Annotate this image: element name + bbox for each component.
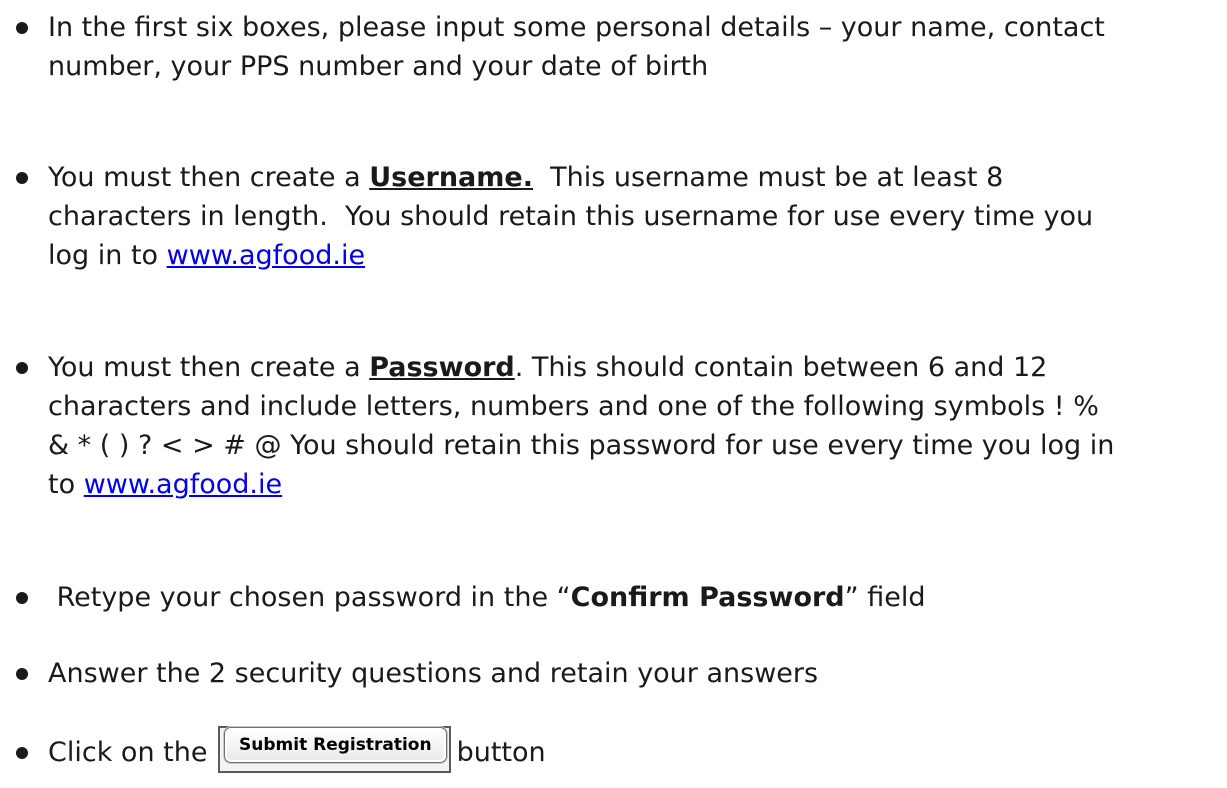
list-item-text: Answer the 2 security questions and reta… [48,654,1224,693]
password-emphasis: Password [369,352,515,383]
text-line: characters and include letters, numbers … [48,391,1099,422]
text-line: log in to www.agfood.ie [48,236,1224,275]
text-span: . This should contain between 6 and 12 [514,352,1048,383]
submit-button-frame: Submit Registration [218,726,451,773]
text-line: In the first six boxes, please input som… [48,12,1105,43]
text-line: characters in length. You should retain … [48,201,1094,232]
bullet-icon [16,172,28,184]
text-span: Retype your chosen password in the “ [48,582,571,613]
text-span: button [456,737,546,768]
text-line: Retype your chosen password in the “Conf… [48,578,1224,617]
instructions-document: In the first six boxes, please input som… [0,0,1227,788]
bullet-icon [16,362,28,374]
list-item-text: In the first six boxes, please input som… [48,8,1224,86]
list-item-text: Click on the Submit Registration button [48,726,1224,780]
list-item-text: You must then create a Password. This sh… [48,348,1224,504]
text-line: number, your PPS number and your date of… [48,51,709,82]
text-span: to [48,469,84,500]
text-span: You must then create a [48,352,370,383]
submit-registration-button[interactable]: Submit Registration [224,727,447,763]
text-line: to www.agfood.ie [48,465,1224,504]
text-line: Answer the 2 security questions and reta… [48,658,819,689]
text-line: Click on the Submit Registration button [48,726,1224,780]
username-emphasis: Username. [369,162,533,193]
text-line: & * ( ) ? < > # @ You should retain this… [48,430,1115,461]
text-span: Click on the [48,737,217,768]
text-span: This username must be at least 8 [532,162,1004,193]
list-item-text: You must then create a Username. This us… [48,158,1224,275]
text-line: You must then create a Password. This sh… [48,348,1224,387]
bullet-icon [16,747,28,759]
bullet-icon [16,668,28,680]
agfood-link[interactable]: www.agfood.ie [167,240,365,271]
bullet-icon [16,592,28,604]
list-item-text: Retype your chosen password in the “Conf… [48,578,1224,617]
text-span: log in to [48,240,167,271]
bullet-icon [16,22,28,34]
confirm-password-emphasis: Confirm Password [570,582,845,613]
text-span: You must then create a [48,162,370,193]
agfood-link[interactable]: www.agfood.ie [84,469,282,500]
text-span: ” field [844,582,926,613]
text-line: You must then create a Username. This us… [48,158,1224,197]
